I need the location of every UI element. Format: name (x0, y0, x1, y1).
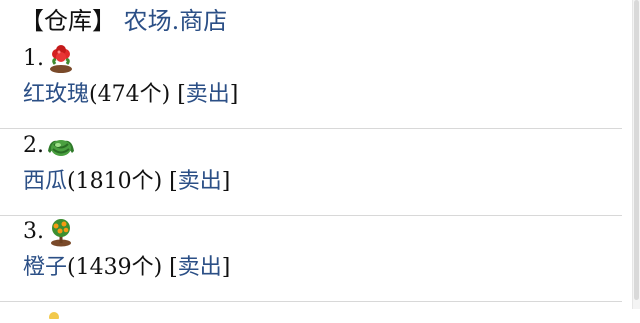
list-item: 2. 西瓜(1810个) [卖出] (0, 129, 622, 216)
header-bracket-open: 【 (20, 7, 44, 35)
item-index: 1. (23, 46, 44, 71)
page-header: 【仓库】 农场.商店 (20, 6, 227, 36)
sell-button[interactable]: 卖出 (186, 82, 230, 107)
header-bracket-close: 】 (92, 7, 116, 35)
warehouse-page: 【仓库】 农场.商店 1. 红玫瑰(474个) [卖出] 2. 西瓜(1810个… (0, 0, 632, 322)
partial-item-icon (42, 304, 68, 322)
page-title: 仓库 (44, 7, 92, 35)
sell-bracket-close: ] (229, 82, 239, 107)
watermelon-icon (46, 131, 76, 161)
item-count: (474个) (89, 82, 171, 107)
item-count: (1439个) (67, 255, 163, 280)
sell-bracket-open: [ (169, 169, 178, 194)
scrollbar-thumb[interactable] (634, 0, 639, 300)
sell-bracket-open: [ (169, 255, 178, 280)
item-name-link[interactable]: 橙子 (23, 255, 67, 280)
item-index: 3. (23, 219, 44, 244)
list-item: 1. 红玫瑰(474个) [卖出] (0, 42, 622, 129)
rose-icon (46, 44, 76, 74)
sell-button[interactable]: 卖出 (178, 255, 222, 280)
sell-button[interactable]: 卖出 (178, 169, 222, 194)
item-count: (1810个) (67, 169, 163, 194)
sell-bracket-close: ] (221, 255, 231, 280)
sell-bracket-open: [ (177, 82, 186, 107)
item-name-link[interactable]: 西瓜 (23, 169, 67, 194)
scrollbar[interactable] (632, 0, 640, 309)
sell-bracket-close: ] (221, 169, 231, 194)
orange-tree-icon (46, 217, 76, 247)
item-name-link[interactable]: 红玫瑰 (23, 82, 89, 107)
item-index: 2. (23, 133, 44, 158)
farm-link[interactable]: 农场 (124, 7, 172, 35)
list-item: 3. 橙子(1439个) [卖出] (0, 215, 622, 302)
shop-link[interactable]: 商店 (179, 7, 227, 35)
